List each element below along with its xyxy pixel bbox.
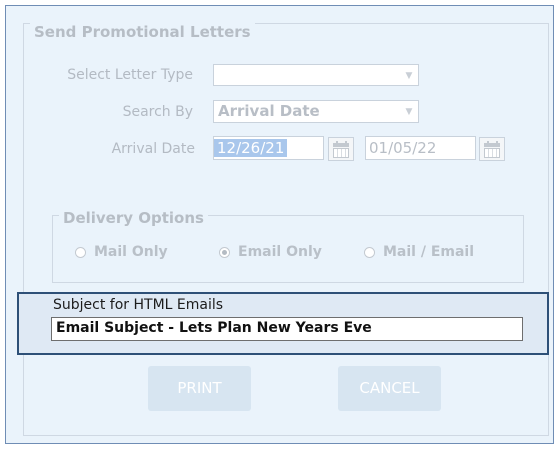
letter-type-dropdown[interactable]: ▼ xyxy=(213,64,419,86)
radio-mail-only-label: Mail Only xyxy=(94,244,168,260)
cancel-button[interactable]: CANCEL xyxy=(338,366,441,411)
radio-icon xyxy=(75,246,86,258)
email-subject-label: Subject for HTML Emails xyxy=(53,297,224,313)
dropdown-arrow-icon: ▼ xyxy=(405,71,413,81)
search-by-value: Arrival Date xyxy=(218,102,320,120)
email-subject-input[interactable]: Email Subject - Lets Plan New Years Eve xyxy=(51,317,523,341)
letter-type-value xyxy=(214,65,218,83)
search-by-label: Search By xyxy=(122,104,193,120)
arrival-end-date-value: 01/05/22 xyxy=(369,139,437,157)
radio-icon xyxy=(364,246,375,258)
radio-email-only-label: Email Only xyxy=(238,244,322,260)
arrival-start-date-field[interactable]: 12/26/21 xyxy=(213,136,324,160)
arrival-date-label: Arrival Date xyxy=(111,141,195,157)
radio-email-only[interactable]: Email Only xyxy=(219,244,322,260)
radio-mail-only[interactable]: Mail Only xyxy=(75,244,168,260)
dropdown-arrow-icon: ▼ xyxy=(405,107,413,117)
radio-mail-email-label: Mail / Email xyxy=(383,244,475,260)
calendar-icon[interactable] xyxy=(328,137,354,161)
radio-icon xyxy=(219,246,230,258)
arrival-start-date-value: 12/26/21 xyxy=(214,139,288,157)
delivery-options-title: Delivery Options xyxy=(59,209,208,227)
form-title: Send Promotional Letters xyxy=(30,23,255,41)
search-by-dropdown[interactable]: Arrival Date ▼ xyxy=(213,100,419,123)
radio-mail-email[interactable]: Mail / Email xyxy=(364,244,474,260)
letter-type-label: Select Letter Type xyxy=(67,67,193,83)
calendar-icon[interactable] xyxy=(479,137,505,161)
print-button[interactable]: PRINT xyxy=(148,366,251,411)
arrival-end-date-field[interactable]: 01/05/22 xyxy=(365,136,476,160)
